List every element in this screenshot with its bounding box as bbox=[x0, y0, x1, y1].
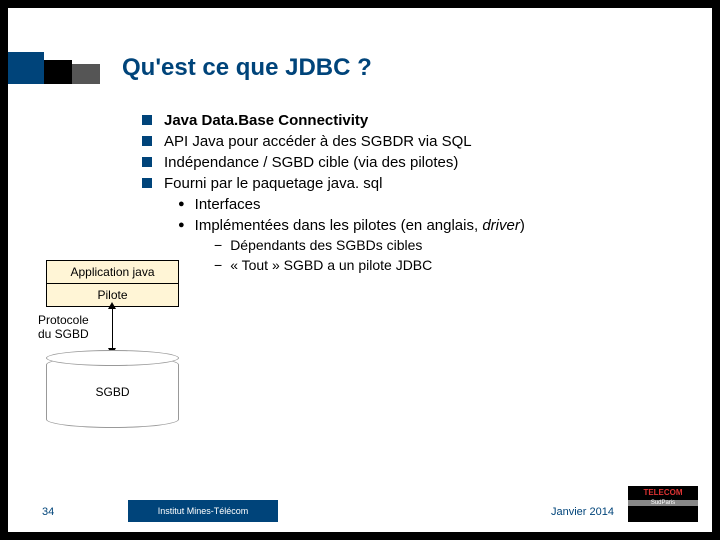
sub2-part-a: Implémentées dans les pilotes (en anglai… bbox=[195, 217, 483, 234]
brand-blocks bbox=[8, 52, 100, 84]
bullet-4: Fourni par le paquetage java. sql bbox=[142, 173, 692, 194]
page-number: 34 bbox=[42, 506, 54, 518]
protocol-label: Protocole du SGBD bbox=[38, 313, 89, 342]
dash-bullet-2: « Tout » SGBD a un pilote JDBC bbox=[214, 256, 692, 276]
bullet-1: Java Data.Base Connectivity bbox=[142, 110, 692, 131]
footer-institution: Institut Mines-Télécom bbox=[128, 500, 278, 522]
bullet-3: Indépendance / SGBD cible (via des pilot… bbox=[142, 152, 692, 173]
sub2-part-c: ) bbox=[520, 217, 525, 234]
bullet-2: API Java pour accéder à des SGBDR via SQ… bbox=[142, 131, 692, 152]
sub-bullet-1: Interfaces bbox=[178, 194, 692, 215]
connector-line bbox=[112, 304, 113, 354]
telecom-logo: TELECOM SudParis bbox=[628, 486, 698, 522]
architecture-diagram: Application java Pilote Protocole du SGB… bbox=[38, 260, 188, 307]
dash-bullet-1: Dépendants des SGBDs cibles bbox=[214, 236, 692, 256]
footer-date: Janvier 2014 bbox=[551, 506, 614, 518]
sub2-italic: driver bbox=[482, 217, 520, 234]
slide-title: Qu'est ce que JDBC ? bbox=[122, 54, 372, 82]
slide-footer: 34 Institut Mines-Télécom Janvier 2014 T… bbox=[8, 498, 712, 522]
database-label: SGBD bbox=[46, 385, 179, 399]
box-application: Application java bbox=[46, 260, 179, 284]
sub-bullet-2: Implémentées dans les pilotes (en anglai… bbox=[178, 215, 692, 236]
body-content: Java Data.Base Connectivity API Java pou… bbox=[142, 110, 692, 275]
